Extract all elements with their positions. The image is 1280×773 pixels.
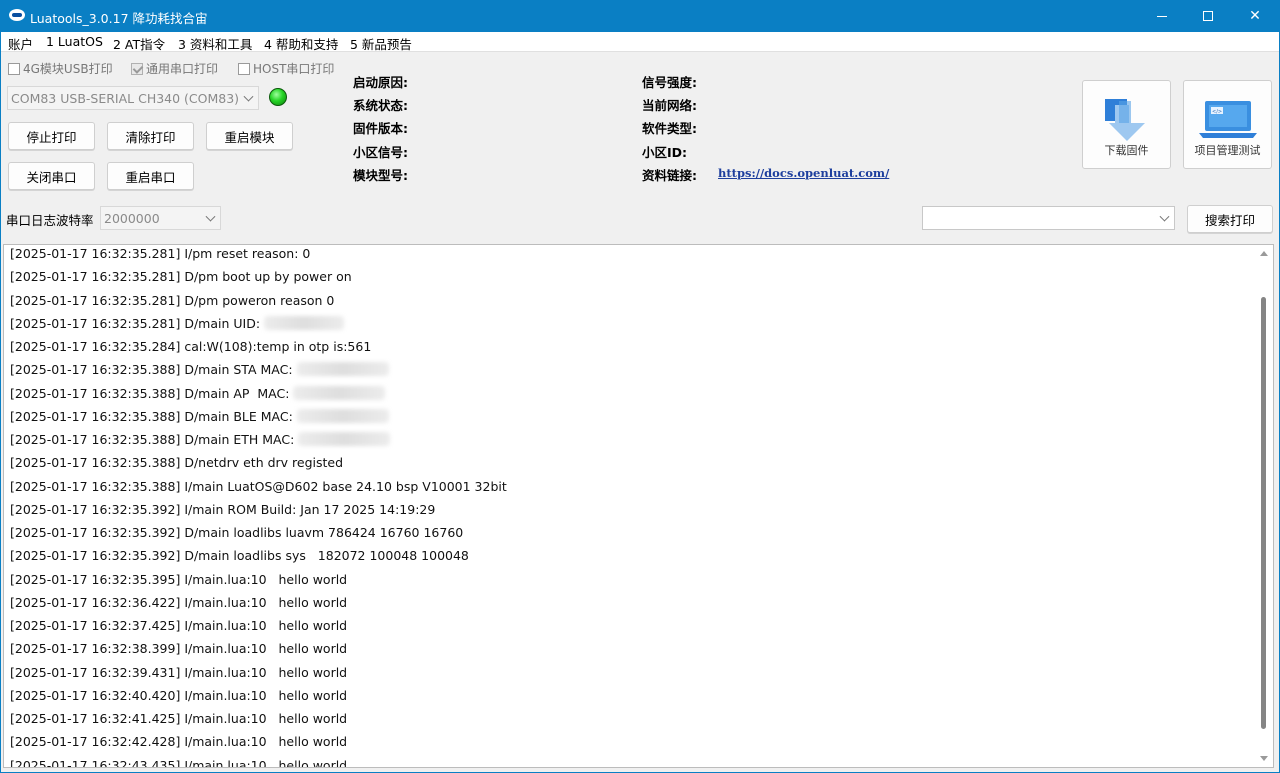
- project-test-button[interactable]: </> 项目管理测试: [1183, 80, 1272, 169]
- checkbox-4g-usb-print[interactable]: 4G模块USB打印: [8, 60, 113, 77]
- menu-new-products[interactable]: 5 新品预告: [350, 34, 412, 53]
- search-keyword-select[interactable]: [922, 206, 1175, 230]
- software-type-label: 软件类型:: [642, 121, 697, 136]
- module-model-label: 模块型号:: [353, 168, 408, 183]
- baud-rate-select[interactable]: 2000000: [100, 206, 221, 230]
- checkbox-label: 通用串口打印: [146, 62, 219, 76]
- menu-at-commands[interactable]: 2 AT指令: [113, 34, 165, 53]
- scroll-thumb[interactable]: [1261, 297, 1266, 729]
- log-line: [2025-01-17 16:32:39.431] I/main.lua:10 …: [10, 664, 348, 680]
- chevron-down-icon: [205, 211, 216, 222]
- baud-rate-value: 2000000: [104, 210, 160, 226]
- log-line: [2025-01-17 16:32:38.399] I/main.lua:10 …: [10, 641, 348, 657]
- log-line: [2025-01-17 16:32:41.425] I/main.lua:10 …: [10, 711, 348, 726]
- restart-port-button[interactable]: 重启串口: [107, 162, 194, 190]
- log-line: [2025-01-17 16:32:35.281] I/pm reset rea…: [10, 246, 311, 261]
- system-status-label: 系统状态:: [353, 98, 408, 113]
- redacted-value: [296, 408, 389, 423]
- log-output[interactable]: [2025-01-17 16:32:35.281] I/pm reset rea…: [3, 244, 1274, 768]
- log-line: [2025-01-17 16:32:36.422] I/main.lua:10 …: [10, 594, 348, 610]
- close-button[interactable]: ✕: [1232, 0, 1278, 32]
- luatools-logo-icon: [9, 9, 25, 21]
- project-test-label: 项目管理测试: [1194, 144, 1261, 157]
- download-firmware-button[interactable]: 下载固件: [1082, 80, 1171, 169]
- docs-link-label: 资料链接:: [642, 168, 697, 183]
- log-line: [2025-01-17 16:32:35.392] D/main loadlib…: [10, 525, 464, 540]
- redacted-value: [293, 385, 386, 400]
- log-line: [2025-01-17 16:32:35.388] D/main AP MAC:: [10, 385, 386, 401]
- menu-luatos[interactable]: 1 LuatOS: [46, 34, 103, 49]
- chevron-down-icon: [243, 91, 254, 102]
- menu-help-support[interactable]: 4 帮助和支持: [264, 34, 338, 53]
- download-arrow-icon: [1105, 99, 1145, 141]
- cell-id-label: 小区ID:: [642, 145, 688, 160]
- log-line: [2025-01-17 16:32:35.388] D/netdrv eth d…: [10, 455, 344, 471]
- log-line: [2025-01-17 16:32:40.420] I/main.lua:10 …: [10, 687, 348, 703]
- redacted-value: [264, 315, 345, 330]
- boot-reason-label: 启动原因:: [353, 75, 408, 90]
- log-scrollbar[interactable]: [1256, 245, 1272, 767]
- port-select-value: COM83 USB-SERIAL CH340 (COM83): [11, 90, 240, 106]
- close-icon: ✕: [1249, 8, 1261, 24]
- log-line: [2025-01-17 16:32:35.388] I/main LuatOS@…: [10, 478, 507, 494]
- checkbox-box: [131, 62, 143, 75]
- restart-module-button[interactable]: 重启模块: [206, 122, 293, 150]
- checkbox-serial-print[interactable]: 通用串口打印: [131, 60, 218, 77]
- log-line: [2025-01-17 16:32:35.388] D/main STA MAC…: [10, 362, 389, 377]
- firmware-version-label: 固件版本:: [353, 121, 408, 136]
- checkbox-host-serial-print[interactable]: HOST串口打印: [238, 60, 334, 77]
- search-print-button[interactable]: 搜索打印: [1187, 205, 1273, 233]
- log-line: [2025-01-17 16:32:35.281] D/main UID:: [10, 315, 345, 331]
- log-line: [2025-01-17 16:32:35.281] D/pm boot up b…: [10, 269, 352, 285]
- current-network-label: 当前网络:: [642, 98, 697, 113]
- log-line: [2025-01-17 16:32:43.435] I/main.lua:10 …: [10, 757, 348, 768]
- download-firmware-label: 下载固件: [1104, 144, 1149, 157]
- log-line: [2025-01-17 16:32:35.392] D/main loadlib…: [10, 548, 469, 564]
- maximize-button[interactable]: [1185, 0, 1231, 32]
- log-line: [2025-01-17 16:32:35.388] D/main ETH MAC…: [10, 432, 391, 447]
- port-select[interactable]: COM83 USB-SERIAL CH340 (COM83): [7, 86, 259, 110]
- minimize-icon: [1157, 15, 1167, 17]
- baud-rate-label: 串口日志波特率: [6, 213, 94, 228]
- close-port-button[interactable]: 关闭串口: [8, 162, 95, 190]
- maximize-icon: [1203, 11, 1213, 21]
- log-line: [2025-01-17 16:32:35.388] D/main BLE MAC…: [10, 408, 389, 424]
- window-title: Luatools_3.0.17 降功耗找合宙: [30, 11, 208, 26]
- menu-bar: 账户 1 LuatOS 2 AT指令 3 资料和工具 4 帮助和支持 5 新品预…: [0, 32, 1280, 52]
- log-line: [2025-01-17 16:32:37.425] I/main.lua:10 …: [10, 618, 348, 633]
- redacted-value: [296, 362, 389, 377]
- log-line: [2025-01-17 16:32:35.284] cal:W(108):tem…: [10, 339, 372, 354]
- minimize-button[interactable]: [1139, 0, 1185, 32]
- chevron-down-icon: [1159, 211, 1170, 222]
- redacted-value: [298, 432, 391, 446]
- log-line: [2025-01-17 16:32:35.281] D/pm poweron r…: [10, 292, 335, 308]
- menu-account[interactable]: 账户: [8, 34, 33, 53]
- docs-link[interactable]: https://docs.openluat.com/: [718, 166, 889, 180]
- checkbox-label: HOST串口打印: [253, 62, 335, 76]
- title-bar[interactable]: Luatools_3.0.17 降功耗找合宙 ✕: [0, 0, 1280, 32]
- checkbox-box: [238, 62, 250, 75]
- scroll-down-icon[interactable]: [1260, 756, 1268, 761]
- port-status-led: [269, 88, 287, 106]
- laptop-icon: </>: [1199, 101, 1257, 138]
- stop-print-button[interactable]: 停止打印: [8, 122, 95, 150]
- cell-signal-label: 小区信号:: [353, 145, 408, 160]
- log-line: [2025-01-17 16:32:35.392] I/main ROM Bui…: [10, 501, 436, 517]
- log-line: [2025-01-17 16:32:35.395] I/main.lua:10 …: [10, 571, 348, 587]
- signal-strength-label: 信号强度:: [642, 75, 697, 90]
- menu-resources-tools[interactable]: 3 资料和工具: [178, 34, 252, 53]
- scroll-up-icon[interactable]: [1260, 251, 1268, 256]
- svg-text:</>: </>: [1212, 109, 1222, 115]
- checkbox-label: 4G模块USB打印: [23, 62, 113, 76]
- log-line: [2025-01-17 16:32:42.428] I/main.lua:10 …: [10, 734, 348, 750]
- clear-print-button[interactable]: 清除打印: [107, 122, 194, 150]
- checkbox-box: [8, 62, 20, 75]
